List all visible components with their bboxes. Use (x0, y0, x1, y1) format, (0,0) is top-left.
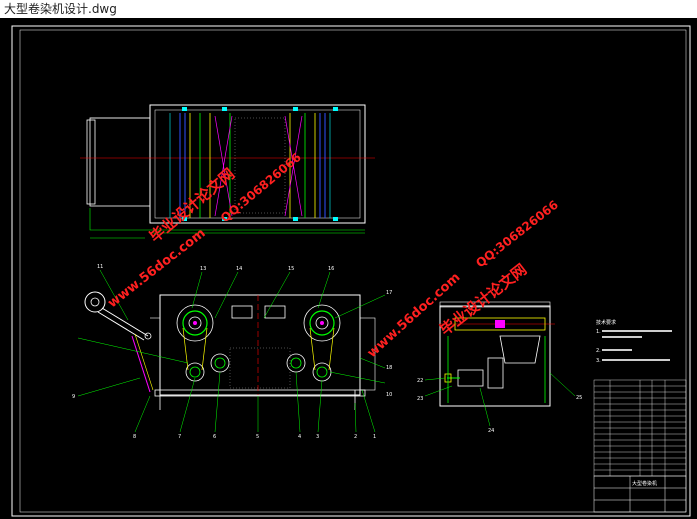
part-number: 17 (386, 290, 392, 296)
part-number: 13 (200, 266, 206, 272)
part-number: 2 (354, 434, 357, 440)
watermark-qq: QQ:306826066 (218, 150, 304, 225)
part-number: 6 (213, 434, 216, 440)
part-number: 16 (328, 266, 334, 272)
drawing-border (11, 25, 691, 517)
part-number: 4 (298, 434, 301, 440)
part-number: 25 (576, 395, 582, 401)
part-number: 11 (97, 264, 103, 270)
part-number: 14 (236, 266, 242, 272)
title-block-label: 大型卷染机 (632, 480, 657, 487)
part-number: 8 (133, 434, 136, 440)
note-line: 1. (596, 329, 601, 335)
cad-drawing: 11 13 14 15 16 17 18 10 9 8 7 6 5 4 3 2 … (11, 25, 691, 517)
notes-title: 技术要求 (596, 319, 616, 326)
part-number: 23 (417, 396, 423, 402)
part-number: 1 (373, 434, 376, 440)
part-number: 15 (288, 266, 294, 272)
top-roller-right (303, 304, 341, 342)
note-line: 2. (596, 348, 601, 354)
part-number: 7 (178, 434, 181, 440)
window-title: 大型卷染机设计.dwg (0, 0, 697, 18)
part-number: 10 (386, 392, 392, 398)
cad-drawing-canvas[interactable]: 11 13 14 15 16 17 18 10 9 8 7 6 5 4 3 2 … (0, 18, 697, 519)
parts-list (593, 379, 687, 477)
watermarks: 毕业设计论文网 QQ:306826066 www.56doc.com www.5… (105, 150, 561, 361)
part-number: 22 (417, 378, 423, 384)
watermark-qq: QQ:306826066 (473, 198, 561, 271)
inner-border (19, 29, 687, 513)
part-number: 3 (316, 434, 319, 440)
part-number: 9 (72, 394, 75, 400)
technical-notes: 技术要求 1. 2. 3. (596, 319, 672, 364)
part-number: 18 (386, 365, 392, 371)
note-line: 3. (596, 358, 601, 364)
part-number: 24 (488, 428, 494, 434)
part-number: 5 (256, 434, 259, 440)
top-roller-left (176, 304, 214, 342)
